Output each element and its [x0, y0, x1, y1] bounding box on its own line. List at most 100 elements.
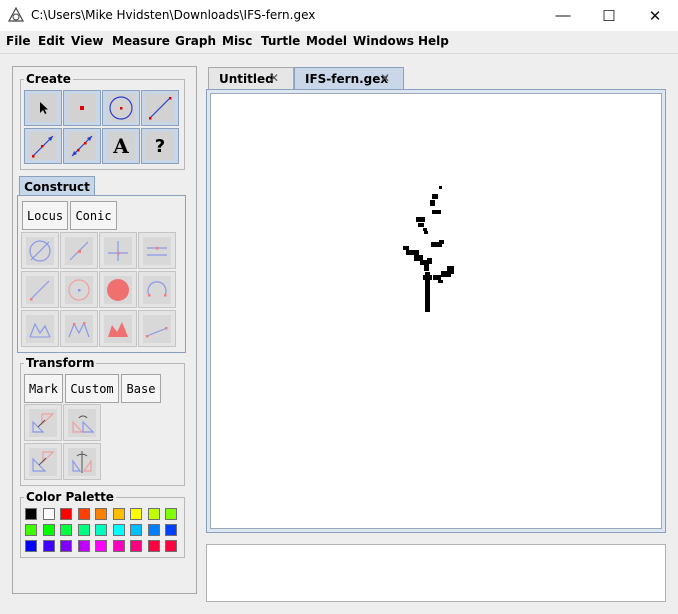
- ray-icon: [32, 135, 54, 158]
- color-swatch[interactable]: [112, 508, 125, 520]
- filled-polygon-icon: [108, 321, 128, 337]
- color-swatch[interactable]: [25, 540, 37, 552]
- color-palette-label: Color Palette: [26, 490, 114, 504]
- pointer-icon: [40, 102, 48, 114]
- arc-icon: [147, 280, 167, 296]
- parallel-tool-button[interactable]: [138, 232, 176, 269]
- maximize-button[interactable]: ☐: [586, 0, 632, 31]
- tab-ifs-fern[interactable]: IFS-fern.gex ✕: [294, 67, 404, 89]
- bisector-icon: [30, 280, 50, 300]
- output-console[interactable]: [206, 544, 666, 602]
- menu-bar: File Edit View Measure Graph Misc Turtle…: [0, 31, 678, 54]
- translate-icon: [32, 412, 55, 433]
- color-swatch[interactable]: [112, 540, 125, 552]
- color-swatch[interactable]: [95, 524, 107, 536]
- color-swatch[interactable]: [130, 524, 142, 536]
- segment-tool-button[interactable]: [141, 90, 179, 126]
- base-button[interactable]: Base: [121, 374, 161, 403]
- text-tool-button[interactable]: A: [102, 128, 140, 164]
- close-window-button[interactable]: ✕: [632, 0, 678, 31]
- color-swatch[interactable]: [25, 524, 37, 536]
- locus-button[interactable]: Locus: [22, 201, 68, 230]
- text-tool-icon: A: [113, 134, 129, 158]
- color-swatch[interactable]: [165, 524, 177, 536]
- menu-model[interactable]: Model: [306, 34, 347, 48]
- tab-ifs-fern-label: IFS-fern.gex: [305, 71, 389, 86]
- tab-construct[interactable]: Construct: [19, 176, 95, 196]
- sector-tool-button[interactable]: [60, 310, 98, 347]
- color-swatch[interactable]: [42, 524, 55, 536]
- color-swatch[interactable]: [77, 540, 90, 552]
- color-swatch[interactable]: [165, 508, 177, 520]
- menu-misc[interactable]: Misc: [222, 34, 252, 48]
- circle-center-tool-button[interactable]: [60, 271, 98, 308]
- line-tool-button[interactable]: [63, 128, 101, 164]
- color-swatch[interactable]: [165, 540, 177, 552]
- close-tab-ifs-fern-icon[interactable]: ✕: [380, 71, 390, 85]
- title-bar: C:\Users\Mike Hvidsten\Downloads\IFS-fer…: [0, 0, 678, 31]
- intersection-tool-button[interactable]: [21, 232, 59, 269]
- minimize-button[interactable]: —: [540, 0, 586, 31]
- color-swatch[interactable]: [95, 508, 107, 520]
- rotate-icon: [72, 415, 95, 433]
- menu-help[interactable]: Help: [418, 34, 449, 48]
- reflect-icon: [72, 450, 92, 473]
- color-swatch[interactable]: [147, 524, 160, 536]
- color-swatch[interactable]: [130, 540, 142, 552]
- point-tool-button[interactable]: [63, 90, 101, 126]
- color-swatch[interactable]: [42, 508, 55, 520]
- tab-untitled-label: Untitled: [219, 71, 274, 86]
- reflect-tool-button[interactable]: [63, 443, 101, 480]
- bisector-tool-button[interactable]: [21, 271, 59, 308]
- menu-turtle[interactable]: Turtle: [261, 34, 300, 48]
- sector-icon: [68, 320, 90, 337]
- polygon-tool-button[interactable]: [21, 310, 59, 347]
- color-swatch[interactable]: [60, 524, 72, 536]
- help-icon: ?: [154, 135, 166, 157]
- menu-edit[interactable]: Edit: [38, 34, 65, 48]
- measure-segment-tool-button[interactable]: [138, 310, 176, 347]
- translate-tool-button[interactable]: [24, 404, 62, 441]
- menu-windows[interactable]: Windows: [353, 34, 414, 48]
- color-swatch[interactable]: [77, 508, 90, 520]
- ray-tool-button[interactable]: [24, 128, 62, 164]
- measure-segment-icon: [146, 326, 168, 337]
- color-swatch[interactable]: [60, 540, 72, 552]
- menu-view[interactable]: View: [71, 34, 103, 48]
- color-swatch[interactable]: [25, 508, 37, 520]
- color-swatch[interactable]: [147, 540, 160, 552]
- drawing-canvas[interactable]: [210, 93, 662, 529]
- help-tool-button[interactable]: ?: [141, 128, 179, 164]
- pointer-tool-button[interactable]: [24, 90, 62, 126]
- circle-tool-button[interactable]: [102, 90, 140, 126]
- mark-button[interactable]: Mark: [24, 374, 63, 403]
- point-icon: [80, 106, 84, 110]
- line-icon: [71, 135, 93, 157]
- rotate-tool-button[interactable]: [63, 404, 101, 441]
- color-swatch[interactable]: [147, 508, 160, 520]
- color-swatch[interactable]: [95, 540, 107, 552]
- circle-interior-tool-button[interactable]: [99, 271, 137, 308]
- close-tab-untitled-icon[interactable]: ✕: [269, 71, 279, 85]
- perpendicular-icon: [108, 240, 128, 261]
- perpendicular-tool-button[interactable]: [99, 232, 137, 269]
- filled-polygon-tool-button[interactable]: [99, 310, 137, 347]
- midpoint-tool-button[interactable]: [60, 232, 98, 269]
- menu-graph[interactable]: Graph: [175, 34, 216, 48]
- color-swatch[interactable]: [77, 524, 90, 536]
- create-label: Create: [26, 72, 71, 86]
- parallel-icon: [147, 246, 167, 256]
- arc-tool-button[interactable]: [138, 271, 176, 308]
- menu-measure[interactable]: Measure: [112, 34, 170, 48]
- custom-button[interactable]: Custom: [65, 374, 119, 403]
- menu-file[interactable]: File: [6, 34, 31, 48]
- color-swatch[interactable]: [112, 524, 125, 536]
- circle-interior-icon: [107, 278, 129, 301]
- color-swatch[interactable]: [60, 508, 72, 520]
- color-swatch[interactable]: [130, 508, 142, 520]
- app-icon: [8, 7, 24, 23]
- tab-untitled[interactable]: Untitled ✕: [208, 67, 294, 89]
- dilate-tool-button[interactable]: [24, 443, 62, 480]
- conic-button[interactable]: Conic: [70, 201, 117, 230]
- color-swatch[interactable]: [42, 540, 55, 552]
